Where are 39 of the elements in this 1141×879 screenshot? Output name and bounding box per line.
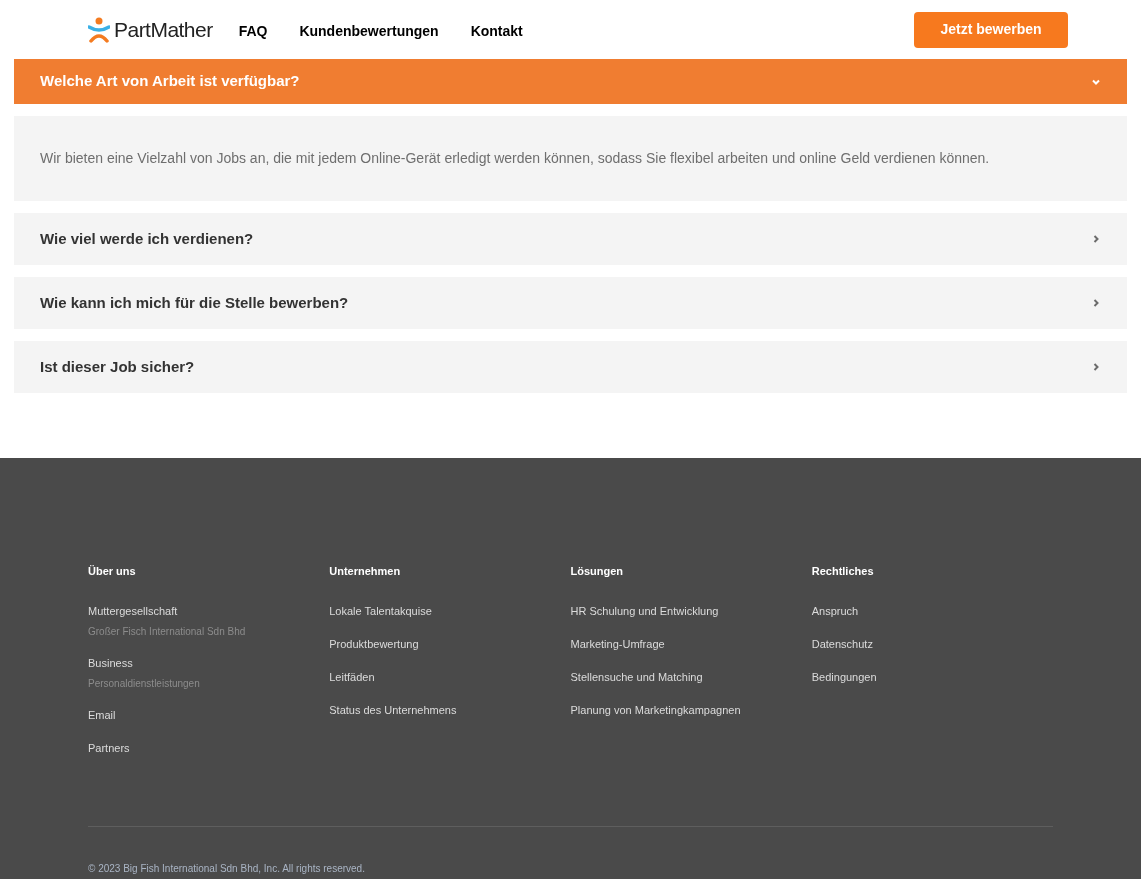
footer-note: Personaldienstleistungen [88,676,201,690]
footer-heading: Unternehmen [329,564,402,579]
footer-link[interactable]: Lokale Talentakquise [329,603,571,619]
question-text: Wie viel werde ich verdienen? [40,228,254,249]
question-text: Wie kann ich mich für die Stelle bewerben? [40,292,349,313]
footer-link[interactable]: HR Schulung und Entwicklung [570,603,812,619]
footer-heading: Über uns [88,564,137,579]
footer-link[interactable]: Business [88,655,330,671]
footer-link[interactable]: Partners [88,740,330,756]
faq-question[interactable]: Ist dieser Job sicher? [14,341,1127,393]
chevron-right-icon [1091,298,1101,308]
nav-link[interactable]: FAQ [238,20,268,42]
chevron-right-icon [1091,234,1101,244]
footer-link[interactable]: Planung von Marketingkampagnen [570,702,812,718]
answer-text: Wir bieten eine Vielzahl von Jobs an, die mit jedem Online-Gerät erledigt werden können, sodass Sie flexibel arbeiten und online Geld verdienen können. [40,149,990,168]
question-text: Welche Art von Arbeit ist verfügbar? [40,71,300,92]
footer-link[interactable]: Bedingungen [811,669,1053,685]
footer-link[interactable]: Anspruch [811,603,1053,619]
logo[interactable]: PartMather [88,13,213,46]
footer-note: Großer Fisch International Sdn Bhd [88,624,247,638]
footer-link[interactable]: Leitfäden [329,669,571,685]
nav-link[interactable]: Kundenbewertungen [299,20,439,42]
nav-link[interactable]: Kontakt [470,20,523,42]
person-logo-icon [88,16,110,43]
copyright-text: © 2023 Big Fish International Sdn Bhd, Inc. All rights reserved. [88,863,365,874]
faq-question[interactable]: Wie kann ich mich für die Stelle bewerben? [14,277,1127,329]
question-text: Ist dieser Job sicher? [40,356,195,377]
footer-link[interactable]: Stellensuche und Matching [570,669,812,685]
footer-link[interactable]: Marketing-Umfrage [570,636,812,652]
chevron-right-icon [1091,362,1101,372]
faq-question[interactable]: Wie viel werde ich verdienen? [14,213,1127,265]
footer-link[interactable]: Produktbewertung [329,636,571,652]
footer-link[interactable]: Datenschutz [811,636,1053,652]
footer-link[interactable]: Email [88,707,330,723]
footer-link[interactable]: Status des Unternehmens [329,702,571,718]
logo-text: PartMather [114,16,213,43]
footer-heading: Rechtliches [811,564,875,579]
footer-heading: Lösungen [570,564,625,579]
footer-link[interactable]: Muttergesellschaft [88,603,330,619]
